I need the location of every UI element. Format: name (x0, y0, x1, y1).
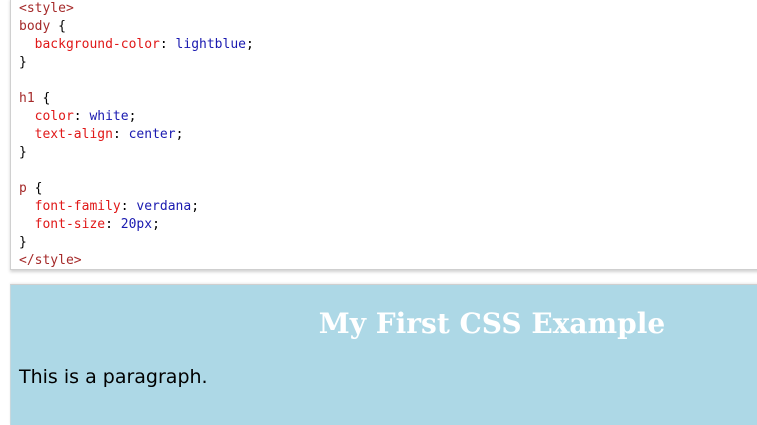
code-line-14: } (19, 234, 254, 252)
value-white: white (89, 109, 129, 124)
property-text-align: text-align (34, 127, 113, 142)
code-line-2: body { (19, 18, 254, 36)
value-lightblue: lightblue (175, 37, 246, 52)
code-line-1: <style> (19, 0, 254, 18)
open-brace: { (50, 19, 66, 34)
colon: : (159, 37, 176, 52)
property-color: color (34, 109, 74, 124)
style-close-tag: </style> (19, 253, 82, 268)
semicolon: ; (152, 217, 160, 232)
code-line-4: } (19, 54, 254, 72)
colon: : (73, 109, 90, 124)
open-brace: { (26, 181, 43, 196)
code-text[interactable]: <style> body { background-color: lightblu… (19, 0, 254, 270)
close-brace: } (19, 235, 27, 250)
selector-body: body (19, 19, 51, 34)
property-background-color: background-color (34, 37, 160, 52)
result-paragraph: This is a paragraph. (19, 366, 208, 388)
code-line-12: font-family: verdana; (19, 198, 254, 216)
code-line-8: text-align: center; (19, 126, 254, 144)
semicolon: ; (191, 199, 200, 214)
result-preview-panel: My First CSS Example This is a paragraph… (10, 284, 757, 425)
code-line-13: font-size: 20px; (19, 216, 254, 234)
colon: : (112, 127, 129, 142)
semicolon: ; (128, 109, 137, 124)
colon: : (120, 199, 137, 214)
value-center: center (128, 127, 176, 142)
code-line-9: } (19, 144, 254, 162)
code-line-11: p { (19, 180, 254, 198)
property-font-size: font-size (34, 217, 106, 232)
value-20px: 20px (120, 217, 153, 232)
semicolon: ; (246, 37, 254, 52)
result-heading: My First CSS Example (318, 307, 666, 340)
code-line-3: background-color: lightblue; (19, 36, 254, 54)
selector-h1: h1 (19, 91, 35, 106)
value-verdana: verdana (136, 199, 192, 214)
code-line-7: color: white; (19, 108, 254, 126)
code-line-6: h1 { (19, 90, 254, 108)
property-font-family: font-family (34, 199, 121, 214)
close-brace: } (19, 145, 27, 160)
open-brace: { (34, 91, 51, 106)
selector-p: p (19, 181, 27, 196)
style-open-tag: <style> (19, 1, 74, 16)
semicolon: ; (175, 127, 184, 142)
close-brace: } (19, 55, 27, 70)
code-editor-panel[interactable]: <style> body { background-color: lightblu… (10, 0, 757, 270)
colon: : (105, 217, 121, 232)
code-line-15: </style> (19, 252, 254, 270)
